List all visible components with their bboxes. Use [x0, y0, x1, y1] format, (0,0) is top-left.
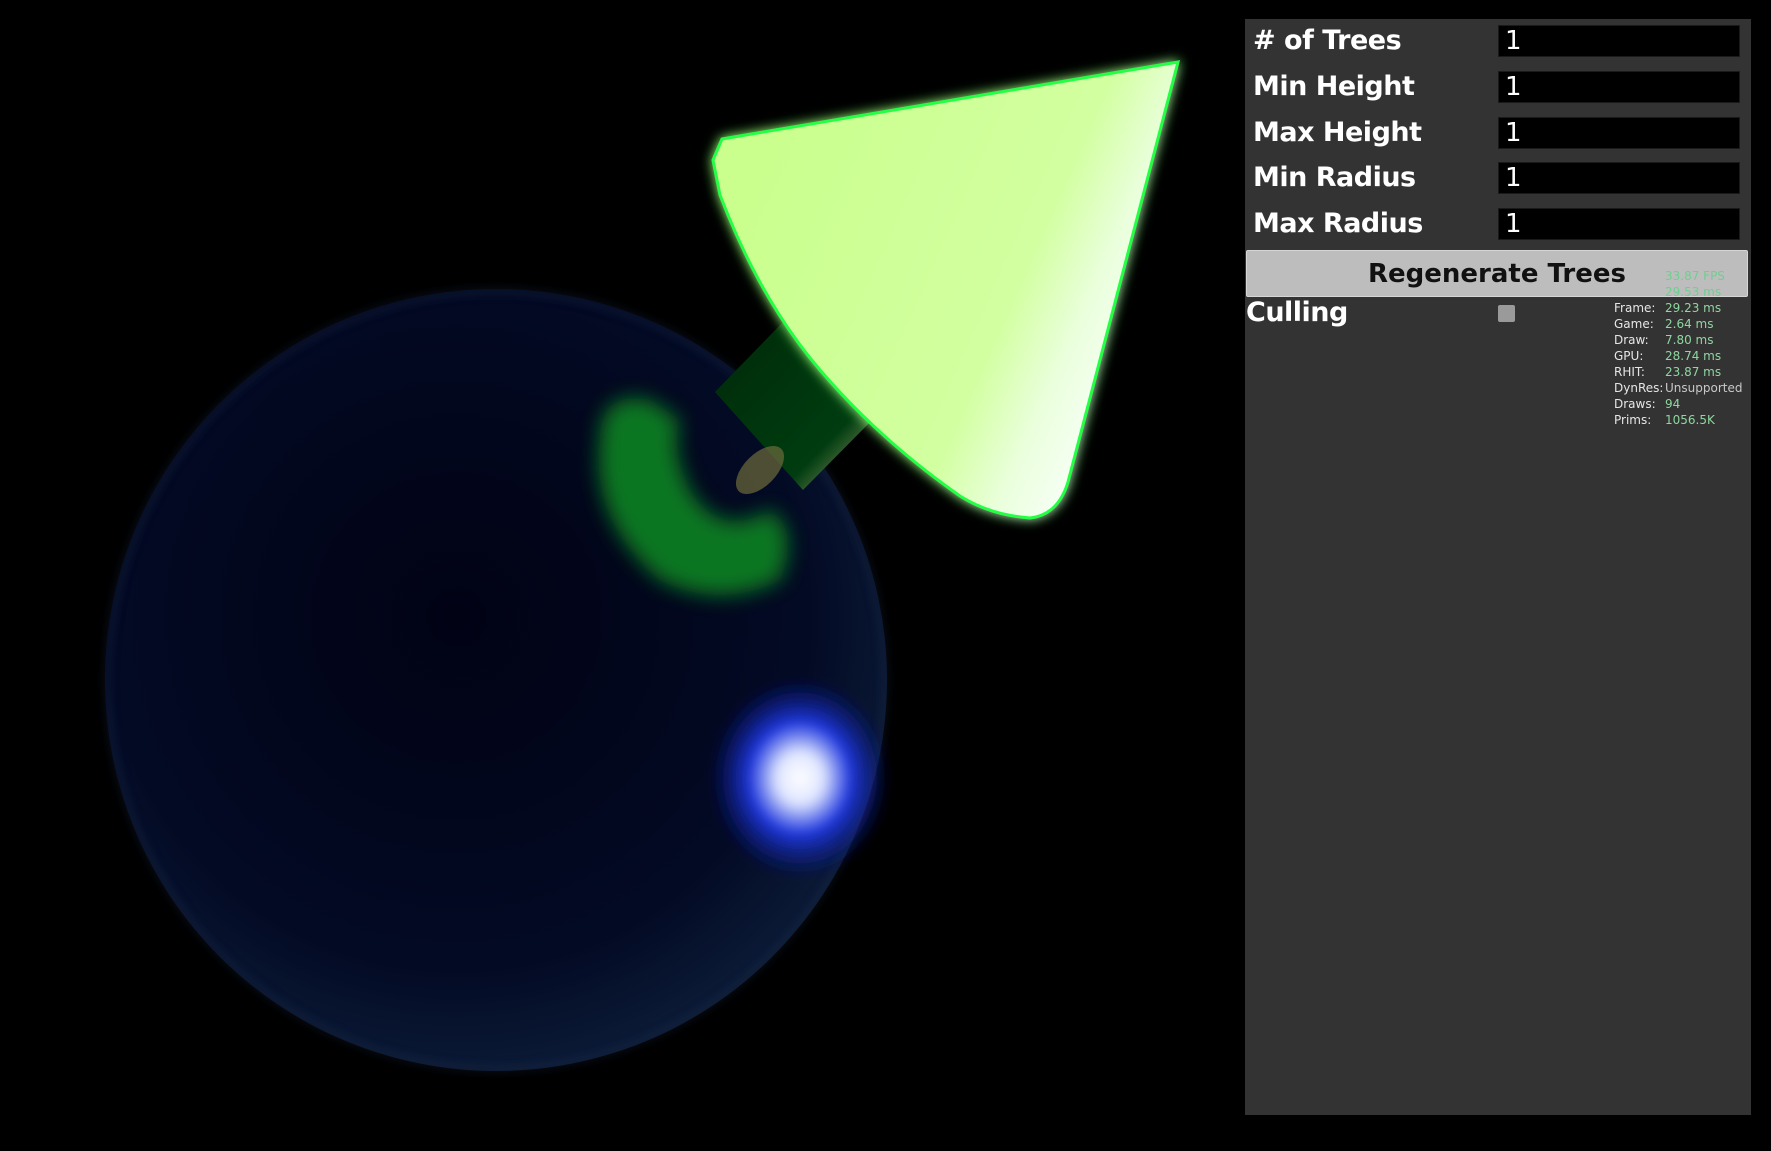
max-radius-field-box [1498, 208, 1740, 240]
stat-key: Draw: [1614, 333, 1649, 347]
stat-key: Frame: [1614, 301, 1656, 315]
tree-settings-panel: # of Trees Min Height Max Height Min Rad… [1245, 19, 1751, 1115]
stat-value: Unsupported [1665, 381, 1743, 395]
max-height-label: Max Height [1253, 117, 1422, 148]
min-height-field-box [1498, 71, 1740, 103]
max-radius-label: Max Radius [1253, 208, 1423, 239]
field-row-min-height: Min Height [1245, 65, 1751, 111]
num-trees-label: # of Trees [1253, 25, 1402, 56]
stat-key: Draws: [1614, 397, 1656, 411]
stat-value: 1056.5K [1665, 413, 1715, 427]
frame-ms-readout: 29.53 ms [1665, 285, 1722, 299]
stat-value: 28.74 ms [1665, 349, 1722, 363]
stat-key: GPU: [1614, 349, 1644, 363]
max-radius-input[interactable] [1499, 209, 1739, 239]
min-radius-field-box [1498, 162, 1740, 194]
stat-key: RHIT: [1614, 365, 1645, 379]
culling-label: Culling [1246, 297, 1348, 328]
field-row-max-height: Max Height [1245, 111, 1751, 157]
stat-value: 7.80 ms [1665, 333, 1714, 347]
stat-value: 2.64 ms [1665, 317, 1714, 331]
min-radius-label: Min Radius [1253, 162, 1416, 193]
min-height-input[interactable] [1499, 72, 1739, 102]
stat-key: Prims: [1614, 413, 1652, 427]
culling-checkbox[interactable] [1498, 305, 1515, 322]
field-row-num-trees: # of Trees [1245, 19, 1751, 65]
field-row-max-radius: Max Radius [1245, 202, 1751, 248]
stat-key: DynRes: [1614, 381, 1664, 395]
num-trees-field-box [1498, 25, 1740, 57]
max-height-input[interactable] [1499, 118, 1739, 148]
fps-readout: 33.87 FPS [1665, 269, 1725, 283]
specular-highlight [710, 678, 890, 878]
min-radius-input[interactable] [1499, 163, 1739, 193]
stat-value: 29.23 ms [1665, 301, 1722, 315]
num-trees-input[interactable] [1499, 26, 1739, 56]
max-height-field-box [1498, 117, 1740, 149]
field-row-min-radius: Min Radius [1245, 156, 1751, 202]
min-height-label: Min Height [1253, 71, 1415, 102]
stat-value: 94 [1665, 397, 1681, 411]
stat-value: 23.87 ms [1665, 365, 1722, 379]
stat-key: Game: [1614, 317, 1654, 331]
